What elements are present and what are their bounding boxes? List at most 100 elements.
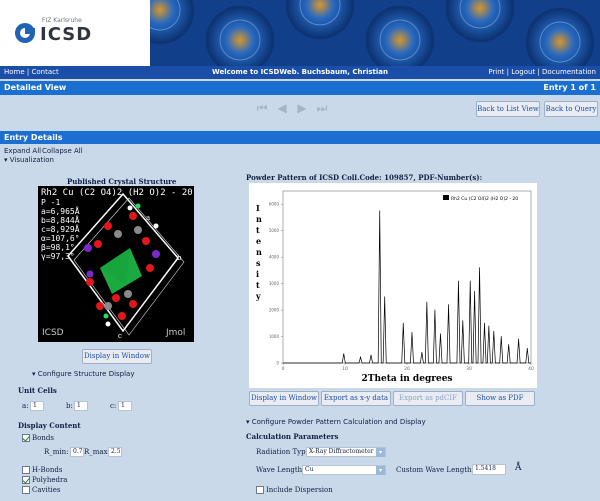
- cell-c: c=8,929Å: [41, 225, 80, 234]
- contact-link[interactable]: Contact: [31, 68, 58, 76]
- legend-label: Rh2 Cu (C2 O4)2 (H2 O)2 - 20: [451, 196, 518, 202]
- previous-record-icon[interactable]: ◀: [275, 101, 289, 115]
- y-axis-label-letter: t: [256, 225, 260, 235]
- space-group: P -1: [41, 198, 61, 207]
- rmax-input[interactable]: 2.5: [108, 447, 122, 457]
- y-tick-label: 3000: [269, 281, 280, 286]
- cavities-checkbox[interactable]: [22, 486, 30, 494]
- cavities-label: Cavities: [32, 486, 61, 494]
- radiation-label: Radiation Type:: [256, 448, 313, 456]
- rmin-input[interactable]: 0.7: [70, 447, 84, 457]
- detailed-view-bar: Detailed View Entry 1 of 1: [0, 81, 600, 95]
- y-axis-label-letter: y: [255, 291, 261, 301]
- peak-point: [370, 354, 372, 356]
- radiation-value: X-Ray Diffractometer: [309, 448, 374, 455]
- wave-length-select[interactable]: Cu ▾: [302, 465, 386, 475]
- peak-point: [462, 320, 464, 322]
- x-axis-label: 2Theta in degrees: [361, 374, 452, 384]
- y-tick-label: 2000: [269, 308, 280, 313]
- fiz-logo-icon: [15, 23, 35, 43]
- rmax-label: R_max:: [84, 448, 110, 456]
- structure-heading: Published Crystal Structure: [67, 177, 177, 186]
- peak-point: [474, 291, 475, 292]
- x-tick-label: 20: [404, 366, 410, 372]
- unit-cell-b-label: b:: [66, 402, 73, 410]
- export-xy-button[interactable]: Export as x-y data: [321, 391, 391, 406]
- y-axis-label-letter: n: [256, 247, 262, 257]
- hbonds-checkbox[interactable]: [22, 466, 30, 474]
- peak-point: [379, 210, 381, 212]
- top-nav-bar: Welcome to ICSDWeb. Buchsbaum, Christian…: [0, 66, 600, 79]
- wave-length-value: Cu: [305, 466, 314, 473]
- structure-display-window-button[interactable]: Display in Window: [82, 349, 152, 364]
- peak-point: [440, 333, 441, 335]
- cell-parameters: P -1 a=6,965Å b=8,844Å c=8,929Å α=107,6°…: [41, 198, 80, 261]
- logout-link[interactable]: Logout: [511, 68, 535, 76]
- structure-formula: Rh2 Cu (C2 O4)2 (H2 O)2 - 20: [41, 188, 193, 198]
- collapse-all-link[interactable]: Collapse All: [42, 147, 83, 155]
- legend-swatch: [443, 195, 449, 200]
- custom-wave-label: Custom Wave Length:: [396, 466, 474, 474]
- configure-powder-toggle[interactable]: ▾ Configure Powder Pattern Calculation a…: [246, 418, 426, 426]
- first-record-icon[interactable]: ⏮: [255, 101, 269, 115]
- powder-pattern-chart: In t e n s i t y 0 1000 2000 3000 4000 5000 6000 0 10 20 3…: [249, 183, 537, 388]
- last-record-icon[interactable]: ⏭: [315, 101, 329, 115]
- configure-structure-toggle[interactable]: ▾ Configure Structure Display: [32, 370, 135, 378]
- next-record-icon[interactable]: ▶: [295, 101, 309, 115]
- show-pdf-button[interactable]: Show as PDF: [465, 391, 535, 406]
- unit-cell-a-input[interactable]: 1: [30, 401, 44, 411]
- export-pdcif-button[interactable]: Export as pdCIF: [393, 391, 463, 406]
- unit-cell-c-label: c:: [110, 402, 117, 410]
- configure-structure-label: Configure Structure Display: [37, 370, 135, 378]
- y-axis-label-letter: I: [256, 203, 260, 213]
- y-tick-label: 0: [276, 361, 279, 366]
- bonds-label: Bonds: [32, 434, 54, 442]
- x-tick-label: 0: [282, 366, 285, 372]
- dispersion-checkbox[interactable]: [256, 486, 264, 494]
- y-tick-label: 4000: [269, 255, 280, 260]
- logo-subtitle: FIZ Karlsruhe: [42, 17, 82, 24]
- icsd-watermark: ICSD: [42, 328, 64, 338]
- y-axis-label-letter: e: [256, 236, 261, 246]
- y-axis-label-letter: i: [256, 269, 259, 279]
- y-tick-label: 5000: [269, 228, 280, 233]
- peak-point: [411, 332, 413, 333]
- entry-details-bar: Entry Details: [0, 131, 600, 144]
- cell-beta: β=98,1°: [41, 243, 75, 252]
- cell-gamma: γ=97,3°: [41, 252, 75, 261]
- back-to-list-button[interactable]: Back to List View: [476, 101, 540, 117]
- visualization-label: Visualization: [9, 156, 54, 164]
- polyhedra-label: Polyhedra: [32, 476, 68, 484]
- chevron-down-icon: ▾: [376, 448, 385, 457]
- rmin-label: R_min:: [44, 448, 69, 456]
- powder-display-window-button[interactable]: Display in Window: [249, 391, 319, 406]
- peak-point: [360, 356, 361, 358]
- peak-point: [479, 267, 480, 269]
- jmol-structure-viewer[interactable]: Rh2 Cu (C2 O4)2 (H2 O)2 - 20 P -1 a=6,96…: [38, 186, 194, 342]
- unit-cell-b-input[interactable]: 1: [74, 401, 88, 411]
- home-link[interactable]: Home: [4, 68, 25, 76]
- peak-point: [469, 280, 471, 282]
- print-link[interactable]: Print: [488, 68, 504, 76]
- x-tick-label: 40: [528, 366, 534, 372]
- peak-point: [508, 344, 510, 345]
- custom-wave-input[interactable]: 1.5418: [472, 464, 506, 475]
- chevron-down-icon: ▾: [376, 466, 385, 475]
- peak-point: [421, 352, 423, 353]
- radiation-select[interactable]: X-Ray Diffractometer ▾: [306, 447, 386, 457]
- axis-a-label: a: [146, 214, 151, 222]
- y-tick-label: 6000: [269, 202, 280, 207]
- peak-point: [384, 296, 386, 298]
- peak-point: [426, 301, 428, 303]
- documentation-link[interactable]: Documentation: [542, 68, 596, 76]
- unit-cell-c-input[interactable]: 1: [118, 401, 132, 411]
- peak-point: [488, 325, 490, 327]
- banner-pattern: [120, 0, 600, 66]
- expand-all-link[interactable]: Expand All: [4, 147, 41, 155]
- polyhedra-checkbox[interactable]: [22, 476, 30, 484]
- visualization-toggle[interactable]: ▾ Visualization: [4, 156, 54, 164]
- jmol-watermark: Jmol: [166, 328, 186, 338]
- back-to-query-button[interactable]: Back to Query: [544, 101, 598, 117]
- peak-point: [434, 309, 436, 311]
- bonds-checkbox[interactable]: [22, 434, 30, 442]
